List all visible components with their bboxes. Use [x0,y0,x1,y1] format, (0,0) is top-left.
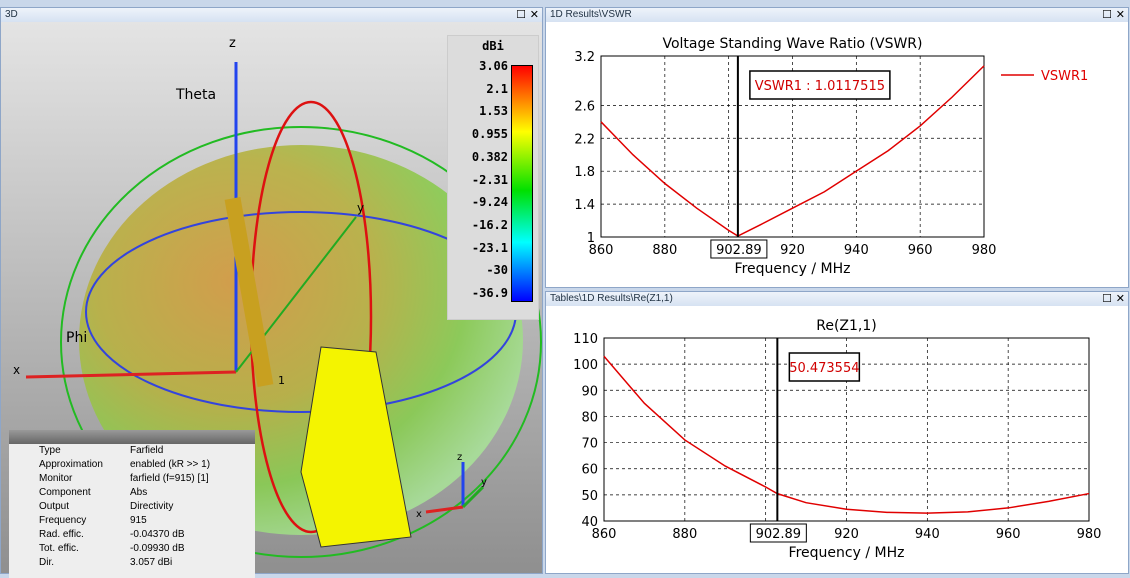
svg-text:Theta: Theta [175,87,216,103]
y-tick-label: 1.4 [574,198,595,213]
x-tick-label: 940 [915,527,940,542]
colorbar-tick: -16.2 [472,218,508,232]
y-tick-label: 60 [581,463,598,478]
y-tick-label: 80 [581,410,598,425]
x-tick-label: 880 [652,243,677,258]
info-label: Tot. effic. [9,542,130,556]
marker-x-label: 902.89 [756,527,802,542]
info-value: enabled (kR >> 1) [130,458,210,472]
y-tick-label: 110 [573,332,598,347]
svg-text:y: y [357,201,364,215]
svg-text:Phi: Phi [66,330,87,346]
marker-x-label: 902.89 [716,243,762,258]
colorbar-tick: -9.24 [472,195,508,209]
info-value: Farfield [130,444,163,458]
info-label: Approximation [9,458,130,472]
vswr-chart[interactable]: Voltage Standing Wave Ratio (VSWR)860880… [546,23,1128,287]
chart-title: Voltage Standing Wave Ratio (VSWR) [662,36,922,52]
colorbar-tick: -36.9 [472,286,508,300]
svg-text:1: 1 [278,374,285,387]
panel-title: 1D Results\VSWR [546,8,1128,22]
info-value: Abs [130,486,147,500]
y-tick-label: 100 [573,358,598,373]
colorbar-tick: 3.06 [479,59,508,73]
colorbar-legend: dBi 3.06 2.1 1.53 0.955 0.382 -2.31 -9.24 -16.2… [447,35,539,320]
x-tick-label: 960 [908,243,933,258]
info-row: Monitorfarfield (f=915) [1] [9,472,255,486]
y-tick-label: 70 [581,437,598,452]
y-tick-label: 1.8 [574,165,595,180]
svg-text:z: z [229,36,236,51]
y-tick-label: 50 [581,489,598,504]
info-label: Rad. effic. [9,528,130,542]
info-row: TypeFarfield [9,444,255,458]
maximize-button[interactable]: ☐ [516,8,526,21]
marker-value-label: 50.473554 [789,361,859,376]
colorbar-tick: 2.1 [486,82,508,96]
farfield-info-box: TypeFarfieldApproximationenabled (kR >> … [9,430,255,578]
info-label: Frequency [9,514,130,528]
info-row: Rad. effic.-0.04370 dB [9,528,255,542]
x-axis-label: Frequency / MHz [789,545,905,561]
svg-text:x: x [416,509,422,520]
x-tick-label: 940 [844,243,869,258]
x-tick-label: 980 [1077,527,1102,542]
info-row: Approximationenabled (kR >> 1) [9,458,255,472]
y-tick-label: 1 [587,231,595,246]
info-row: OutputDirectivity [9,500,255,514]
info-value: farfield (f=915) [1] [130,472,209,486]
panel-title: 3D [1,8,542,22]
y-tick-label: 2.6 [574,99,595,114]
colorbar-tick: 1.53 [479,104,508,118]
svg-text:x: x [13,363,20,377]
colorbar-tick: -2.31 [472,173,508,187]
rez-chart[interactable]: Re(Z1,1)86088090092094096098040506070809… [546,307,1128,573]
info-row: Tot. effic.-0.09930 dB [9,542,255,556]
legend-label: VSWR1 [1041,69,1088,84]
info-label: Component [9,486,130,500]
x-tick-label: 960 [996,527,1021,542]
marker-value-label: VSWR1 : 1.0117515 [755,79,885,94]
info-value: -0.04370 dB [130,528,185,542]
colorbar-tick: 0.955 [472,127,508,141]
close-button[interactable]: ✕ [530,8,539,21]
info-label: Type [9,444,130,458]
svg-text:z: z [457,452,462,463]
colorbar-tick: -30 [486,263,508,277]
y-tick-label: 3.2 [574,50,595,65]
info-label: Monitor [9,472,130,486]
info-value: 3.057 dBi [130,556,172,570]
info-row: Dir.3.057 dBi [9,556,255,570]
vswr-panel[interactable]: 1D Results\VSWR ☐ ✕ Voltage Standing Wav… [545,7,1129,288]
x-tick-label: 920 [834,527,859,542]
maximize-button[interactable]: ☐ [1102,8,1112,21]
svg-text:y: y [481,477,487,488]
x-tick-label: 920 [780,243,805,258]
x-tick-label: 980 [972,243,997,258]
info-row: Frequency915 [9,514,255,528]
colorbar-tick: -23.1 [472,241,508,255]
colorbar-unit: dBi [448,39,538,53]
info-label: Output [9,500,130,514]
panel-title: Tables\1D Results\Re(Z1,1) [546,292,1128,306]
y-tick-label: 40 [581,515,598,530]
maximize-button[interactable]: ☐ [1102,292,1112,305]
colorbar-tick: 0.382 [472,150,508,164]
close-button[interactable]: ✕ [1116,292,1125,305]
info-label: Dir. [9,556,130,570]
colorbar-gradient [511,65,533,302]
info-value: Directivity [130,500,173,514]
x-axis-label: Frequency / MHz [735,261,851,277]
chart-title: Re(Z1,1) [816,318,877,334]
info-value: 915 [130,514,147,528]
info-row: ComponentAbs [9,486,255,500]
x-tick-label: 880 [672,527,697,542]
3d-view-panel[interactable]: 3D ☐ ✕ z Theta y Phi x 1 z x y dBi 3.06 2.1… [0,7,543,574]
rez-panel[interactable]: Tables\1D Results\Re(Z1,1) ☐ ✕ Re(Z1,1) 8… [545,291,1129,574]
close-button[interactable]: ✕ [1116,8,1125,21]
info-value: -0.09930 dB [130,542,185,556]
y-tick-label: 90 [581,384,598,399]
y-tick-label: 2.2 [574,132,595,147]
